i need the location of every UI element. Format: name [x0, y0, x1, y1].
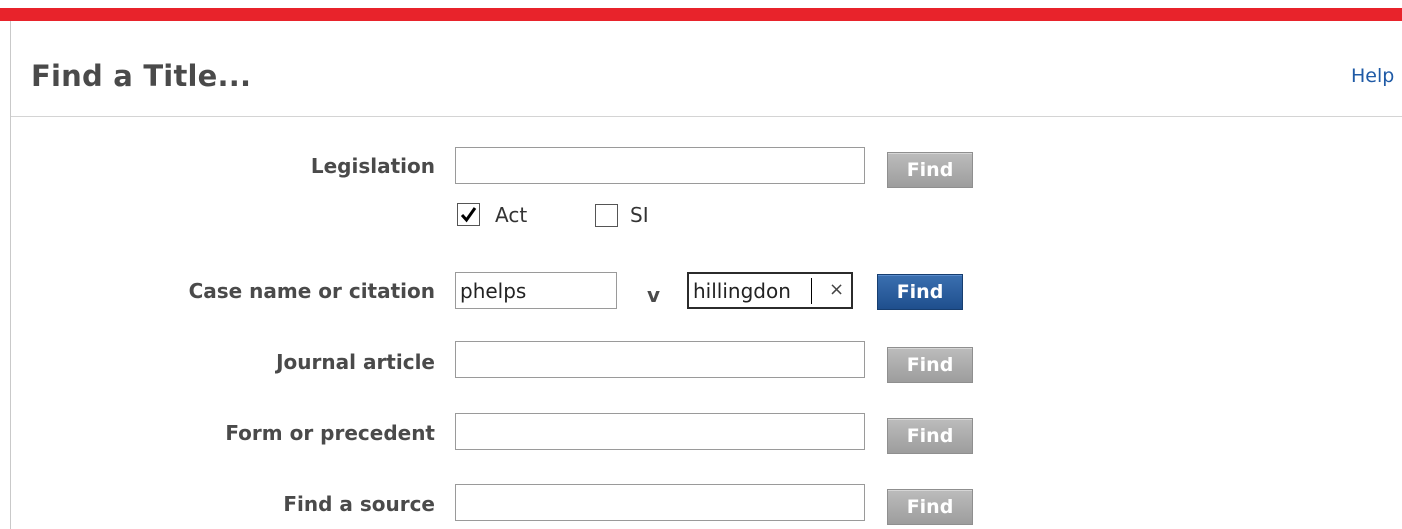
- legislation-find-button[interactable]: Find: [887, 152, 973, 188]
- clear-input-icon[interactable]: ×: [829, 279, 844, 300]
- act-checkbox[interactable]: [457, 203, 480, 226]
- si-checkbox[interactable]: [595, 204, 618, 227]
- form-label: Form or precedent: [225, 421, 435, 445]
- source-input[interactable]: [455, 484, 865, 521]
- journal-label: Journal article: [276, 350, 435, 374]
- act-label: Act: [495, 203, 528, 227]
- case-label: Case name or citation: [188, 279, 435, 303]
- form-find-button[interactable]: Find: [887, 418, 973, 454]
- checkmark-icon: [460, 207, 477, 223]
- help-link[interactable]: Help: [1351, 65, 1394, 87]
- case-party1-input[interactable]: [455, 272, 617, 309]
- legislation-label: Legislation: [310, 154, 435, 178]
- find-title-panel: Find a Title... Help Legislation Find Ac…: [10, 21, 1402, 529]
- page-title: Find a Title...: [31, 59, 252, 93]
- si-label: SI: [630, 203, 649, 227]
- brand-bar: [0, 8, 1402, 21]
- form-input[interactable]: [455, 413, 865, 450]
- source-label: Find a source: [283, 492, 435, 516]
- panel-header: Find a Title... Help: [11, 21, 1402, 117]
- journal-find-button[interactable]: Find: [887, 347, 973, 383]
- versus-label: v: [647, 283, 661, 307]
- source-find-button[interactable]: Find: [887, 489, 973, 525]
- text-caret: [811, 278, 812, 304]
- case-find-button[interactable]: Find: [877, 274, 963, 310]
- legislation-input[interactable]: [455, 147, 865, 184]
- journal-input[interactable]: [455, 341, 865, 378]
